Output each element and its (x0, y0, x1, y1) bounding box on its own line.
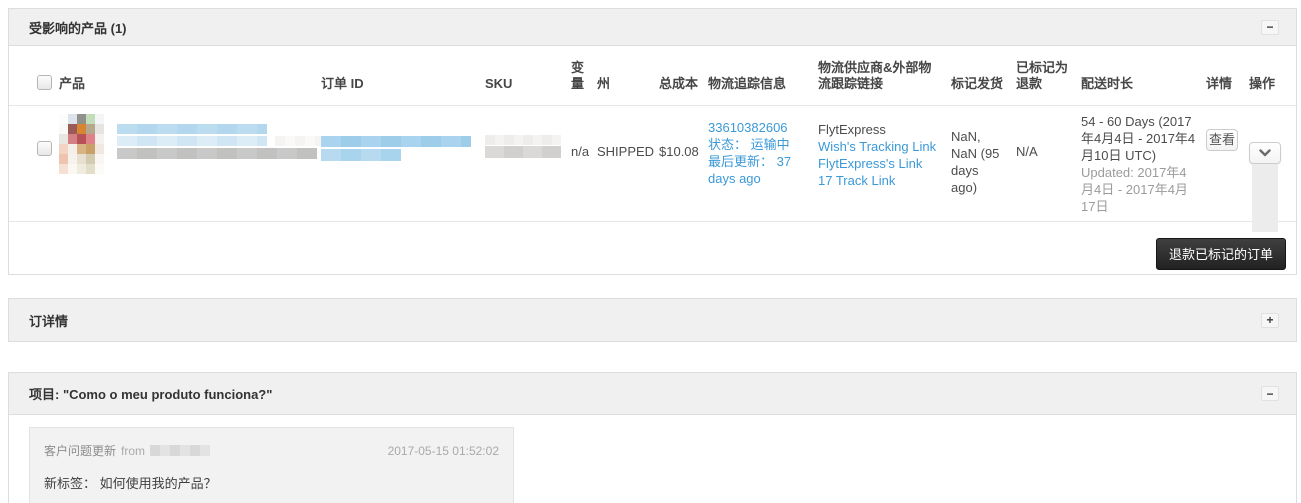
marked-refunded-cell: N/A (1016, 106, 1081, 222)
collapse-minus-icon[interactable]: − (1261, 386, 1279, 401)
provider-cell: FlytExpress Wish's Tracking Link FlytExp… (818, 106, 951, 222)
customer-comment-card: 客户问题更新 from 2017-05-15 01:52:02 新标签： 如何使… (29, 427, 514, 503)
col-header-total-cost: 总成本 (659, 46, 708, 106)
comment-meta: 客户问题更新 from 2017-05-15 01:52:02 (44, 442, 499, 459)
product-cell (59, 106, 321, 222)
delivery-time-cell: 54 - 60 Days (2017年4月4日 - 2017年4月10日 UTC… (1081, 106, 1206, 222)
marked-shipped-cell: NaN, NaN (95 days ago) (951, 106, 1016, 222)
col-header-tracking: 物流追踪信息 (708, 46, 818, 106)
total-cost-cell: $10.08 (659, 106, 708, 222)
redacted-sku-line (485, 146, 561, 158)
col-header-actions: 操作 (1249, 46, 1298, 106)
col-header-details: 详情 (1206, 46, 1249, 106)
actions-cell (1249, 106, 1298, 222)
tracking-updated-link[interactable]: 最后更新： 37 days ago (708, 153, 808, 187)
affected-products-panel: 受影响的产品 (1) − 产品 订单 ID SKU 变量 州 总成本 物流追踪信… (8, 8, 1297, 275)
col-header-marked-shipped: 标记发货 (951, 46, 1016, 106)
row-checkbox[interactable] (37, 141, 52, 156)
select-all-checkbox[interactable] (37, 75, 52, 90)
col-header-order-id: 订单 ID (321, 46, 485, 106)
table-header-row: 产品 订单 ID SKU 变量 州 总成本 物流追踪信息 物流供应商&外部物流跟… (9, 46, 1298, 106)
panel-title: 项目: "Como o meu produto funciona?" (29, 384, 272, 403)
affected-products-header: 受影响的产品 (1) − (9, 9, 1296, 46)
provider-tracking-link[interactable]: FlytExpress's Link (818, 155, 941, 172)
chevron-down-icon (1259, 149, 1271, 157)
expand-plus-icon[interactable]: + (1261, 313, 1279, 328)
ticket-header: 项目: "Como o meu produto funciona?" − (9, 373, 1296, 415)
col-header-state: 州 (597, 46, 659, 106)
panel-title: 受影响的产品 (1) (29, 18, 127, 37)
redacted-product-title[interactable] (117, 124, 325, 134)
actions-dropdown-button[interactable] (1249, 142, 1281, 164)
col-header-provider: 物流供应商&外部物流跟踪链接 (818, 46, 951, 106)
provider-name: FlytExpress (818, 121, 941, 138)
col-header-sku: SKU (485, 46, 571, 106)
tracking-info-cell: 33610382606 状态： 运输中 最后更新： 37 days ago (708, 106, 818, 222)
redacted-sku-line (485, 135, 561, 145)
sku-cell (485, 106, 571, 222)
order-details-header: 订详情 + (9, 299, 1296, 341)
delivery-time-updated: Updated: 2017年4月4日 - 2017年4月17日 (1081, 165, 1188, 214)
col-header-marked-refunded: 已标记为退款 (1016, 46, 1081, 106)
refund-marked-orders-button[interactable]: 退款已标记的订单 (1156, 238, 1286, 270)
col-header-delivery-time: 配送时长 (1081, 46, 1206, 106)
redacted-product-subtitle[interactable] (117, 136, 267, 146)
redacted-product-id (117, 148, 325, 159)
comment-type-label: 客户问题更新 (44, 442, 116, 459)
details-cell: 查看 (1206, 106, 1249, 222)
seventeen-track-link[interactable]: 17 Track Link (818, 172, 941, 189)
affected-products-table: 产品 订单 ID SKU 变量 州 总成本 物流追踪信息 物流供应商&外部物流跟… (9, 46, 1298, 222)
view-details-button[interactable]: 查看 (1206, 129, 1238, 151)
wish-tracking-link[interactable]: Wish's Tracking Link (818, 138, 941, 155)
comment-from-label: from (121, 444, 145, 458)
collapse-minus-icon[interactable]: − (1261, 20, 1279, 35)
comment-body-text: 新标签： 如何使用我的产品？ (44, 473, 499, 492)
order-id-cell (321, 106, 485, 222)
col-header-variant: 变量 (571, 46, 597, 106)
ticket-panel: 项目: "Como o meu produto funciona?" − 客户问… (8, 372, 1297, 503)
redacted-order-id-link[interactable] (321, 136, 475, 147)
tracking-status-link[interactable]: 状态： 运输中 (708, 136, 808, 153)
redacted-product-extra (275, 136, 325, 146)
redacted-author-name (150, 445, 210, 456)
comment-timestamp: 2017-05-15 01:52:02 (388, 444, 499, 458)
delivery-time-range: 54 - 60 Days (2017年4月4日 - 2017年4月10日 UTC… (1081, 114, 1195, 163)
order-details-panel: 订详情 + (8, 298, 1297, 342)
table-row: n/a SHIPPED $10.08 33610382606 状态： 运输中 最… (9, 106, 1298, 222)
redacted-order-id-link2[interactable] (321, 149, 475, 161)
col-header-product: 产品 (59, 46, 321, 106)
table-footer: 退款已标记的订单 (9, 222, 1296, 274)
panel-title: 订详情 (29, 311, 68, 330)
tracking-number-link[interactable]: 33610382606 (708, 119, 808, 136)
product-thumbnail[interactable] (59, 114, 104, 174)
ticket-body: 客户问题更新 from 2017-05-15 01:52:02 新标签： 如何使… (9, 415, 1296, 503)
open-dropdown-menu (1252, 164, 1278, 232)
state-cell: SHIPPED (597, 106, 659, 222)
variant-cell: n/a (571, 106, 597, 222)
